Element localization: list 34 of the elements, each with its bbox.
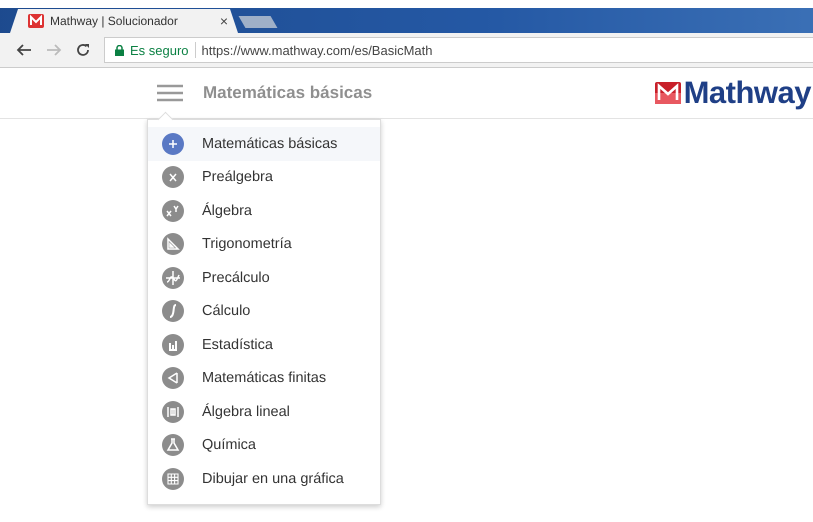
variable-icon [162,166,184,188]
plus-icon [162,132,184,155]
lock-icon [115,44,124,56]
reload-icon[interactable] [76,43,90,57]
close-icon[interactable]: × [220,13,228,29]
bar-chart-icon [162,334,184,356]
tab-title: Mathway | Solucionador [50,14,179,28]
url-text: https://www.mathway.com/es/BasicMath [202,42,432,58]
menu-icon[interactable] [157,84,183,102]
menu-item[interactable]: Precálculo [148,261,380,294]
new-tab-button[interactable] [238,16,278,28]
menu-item[interactable]: Cálculo [148,294,380,328]
menu-item[interactable]: Matemáticas básicas [148,127,380,160]
address-bar[interactable]: Es seguro https://www.mathway.com/es/BasicMath [104,37,813,63]
integral-icon [162,300,184,322]
exponent-icon [162,200,184,222]
matrix-icon [162,400,184,423]
menu-item[interactable]: Matemáticas finitas [148,362,380,395]
menu-item[interactable]: Álgebra lineal [148,395,380,428]
curve-icon [162,266,184,289]
menu-item[interactable]: Trigonometría [148,228,380,261]
logo-icon [654,82,681,104]
menu-item[interactable]: Dibujar en una gráfica [148,462,380,496]
logo-icon [28,14,44,28]
logo-text: Mathway [684,75,811,111]
menu-item[interactable]: Química [148,428,380,462]
browser-tab[interactable]: Mathway | Solucionador × [10,9,238,33]
menu-item[interactable]: Estadística [148,328,380,362]
security-label: Es seguro [130,42,189,58]
menu-item[interactable]: Álgebra [148,194,380,228]
grid-icon [162,468,184,490]
flask-icon [162,434,184,456]
back-icon[interactable] [16,43,32,57]
menu-item[interactable]: Preálgebra [148,160,380,194]
